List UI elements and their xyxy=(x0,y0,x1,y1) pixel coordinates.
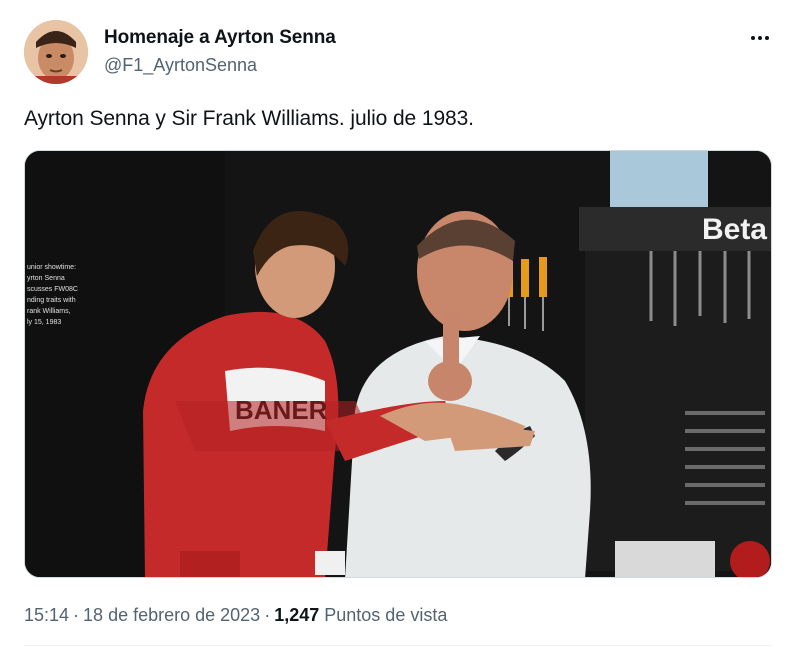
author-display-name[interactable]: Homenaje a Ayrton Senna xyxy=(104,27,336,49)
meta-separator: · xyxy=(264,605,271,625)
caption-line: yrton Senna xyxy=(27,275,65,282)
divider xyxy=(24,645,772,646)
tweet-card: Homenaje a Ayrton Senna @F1_AyrtonSenna … xyxy=(0,0,800,651)
caption-line: scusses FW08C xyxy=(27,286,78,293)
more-horizontal-icon xyxy=(751,36,755,40)
photo-scene: Beta unior showtime: yrton Senna scusses… xyxy=(25,151,771,577)
avatar-image xyxy=(24,20,88,84)
caption-line: rank Williams, xyxy=(27,308,71,315)
tweet-time[interactable]: 15:14 xyxy=(24,605,69,625)
meta-separator: · xyxy=(73,605,80,625)
more-options-button[interactable] xyxy=(744,24,776,52)
caption-line: unior showtime: xyxy=(27,264,76,271)
tweet-meta: 15:14 · 18 de febrero de 2023 · 1,247 Puntos… xyxy=(24,605,447,626)
author-handle[interactable]: @F1_AyrtonSenna xyxy=(104,55,257,76)
caption-line: ly 15, 1983 xyxy=(27,319,61,326)
tweet-text: Ayrton Senna y Sir Frank Williams. julio… xyxy=(24,107,474,130)
tweet-date[interactable]: 18 de febrero de 2023 xyxy=(83,605,260,625)
tweet-photo[interactable]: Beta unior showtime: yrton Senna scusses… xyxy=(24,150,772,578)
beta-sign-text: Beta xyxy=(702,213,767,246)
views-label: Puntos de vista xyxy=(324,605,448,625)
avatar[interactable] xyxy=(24,20,88,84)
views-count: 1,247 xyxy=(274,605,320,625)
caption-line: nding traits with xyxy=(27,297,76,304)
